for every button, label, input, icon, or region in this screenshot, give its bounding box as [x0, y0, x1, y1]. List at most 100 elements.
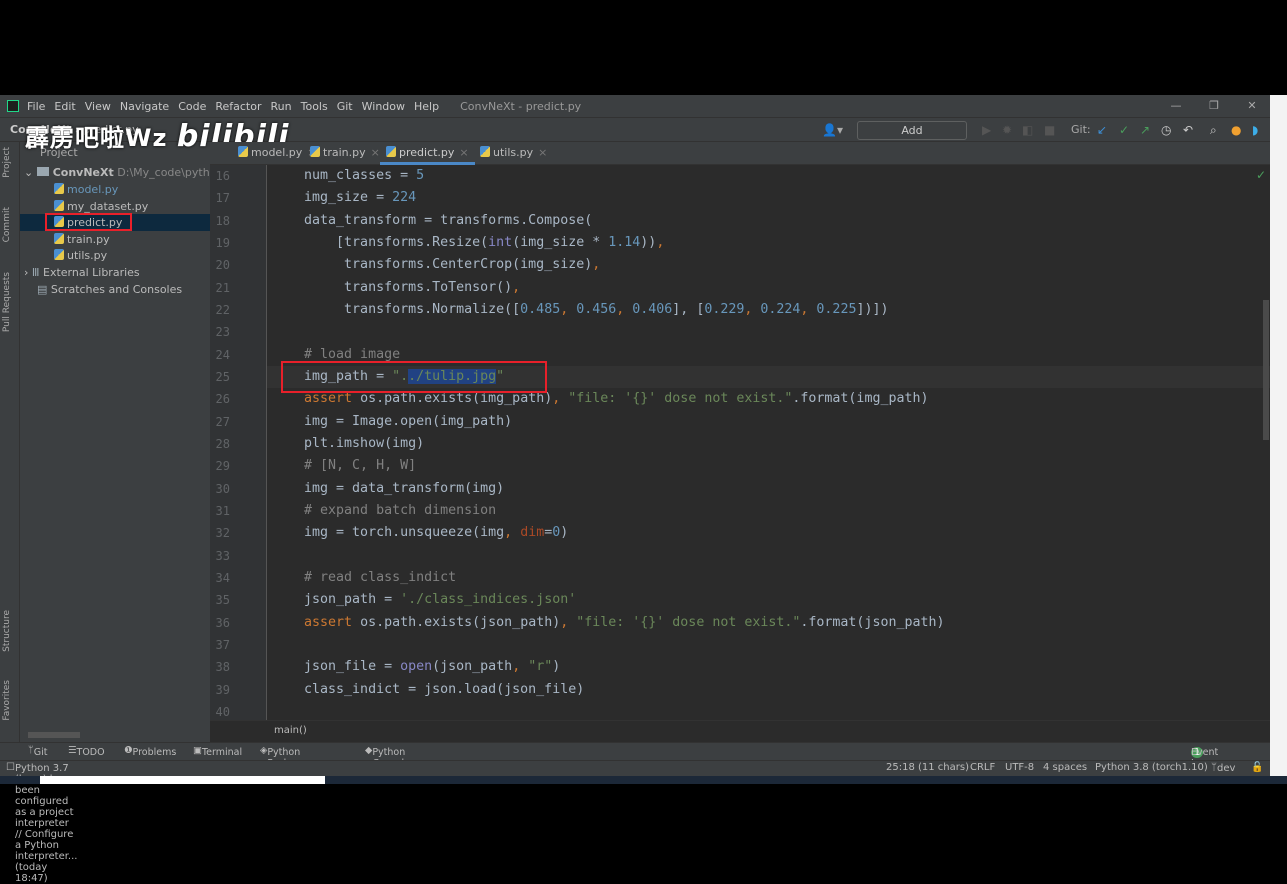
line-separator[interactable]: CRLF: [970, 762, 995, 773]
menu-refactor[interactable]: Refactor: [215, 100, 261, 113]
plugin-icon[interactable]: ◗: [1252, 122, 1258, 138]
git-branch[interactable]: ᛘ dev: [1211, 762, 1235, 774]
menu-git[interactable]: Git: [337, 100, 353, 113]
lock-icon[interactable]: 🔓: [1251, 762, 1263, 773]
menu-edit[interactable]: Edit: [54, 100, 75, 113]
git-commit-icon[interactable]: ✓: [1119, 122, 1129, 138]
line-number[interactable]: 28: [210, 437, 230, 451]
line-number[interactable]: 24: [210, 348, 230, 362]
line-number[interactable]: 17: [210, 191, 230, 205]
code-line[interactable]: assert os.path.exists(json_path), "file:…: [272, 612, 944, 634]
inspection-ok-icon[interactable]: ✓: [1256, 168, 1266, 182]
side-tab-project[interactable]: Project: [2, 147, 12, 178]
line-number[interactable]: 26: [210, 392, 230, 406]
caret-position[interactable]: 25:18 (11 chars): [886, 762, 969, 773]
tree-root[interactable]: ⌄ ConvNeXt D:\My_code\pythonP: [20, 164, 230, 181]
stop-icon[interactable]: ■: [1044, 122, 1055, 138]
code-line[interactable]: transforms.CenterCrop(img_size),: [272, 254, 600, 276]
tool-python-packages[interactable]: ◈ Python Packages: [260, 745, 312, 769]
status-message[interactable]: ☐ Python 3.7 (base) has been configured …: [6, 762, 77, 884]
line-number[interactable]: 31: [210, 504, 230, 518]
code-line[interactable]: img = Image.open(img_path): [272, 411, 512, 433]
search-icon[interactable]: ⌕: [1210, 122, 1217, 138]
line-number[interactable]: 40: [210, 705, 230, 719]
close-tab-icon[interactable]: ×: [538, 146, 547, 159]
line-number[interactable]: 37: [210, 638, 230, 652]
tool-todo[interactable]: ☰ TODO: [68, 745, 105, 758]
line-number[interactable]: 34: [210, 571, 230, 585]
code-line[interactable]: # expand batch dimension: [272, 500, 496, 522]
line-number[interactable]: 35: [210, 593, 230, 607]
code-line[interactable]: transforms.ToTensor(),: [272, 277, 520, 299]
close-button[interactable]: ✕: [1233, 95, 1271, 117]
code-line[interactable]: plt.imshow(img): [272, 433, 424, 455]
user-icon[interactable]: 👤▾: [822, 122, 843, 138]
tree-file-train[interactable]: train.py: [20, 231, 210, 248]
file-encoding[interactable]: UTF-8: [1005, 762, 1034, 773]
menu-help[interactable]: Help: [414, 100, 439, 113]
update-icon[interactable]: ●: [1231, 122, 1241, 138]
menu-code[interactable]: Code: [178, 100, 206, 113]
line-number[interactable]: 33: [210, 549, 230, 563]
debug-icon[interactable]: ✹: [1002, 122, 1012, 138]
code-line[interactable]: class_indict = json.load(json_file): [272, 679, 584, 701]
menu-file[interactable]: File: [27, 100, 45, 113]
run-icon[interactable]: ▶: [982, 122, 991, 138]
vertical-scrollbar[interactable]: [1263, 300, 1269, 440]
code-line[interactable]: img_size = 224: [272, 187, 416, 209]
code-line[interactable]: # [N, C, H, W]: [272, 455, 416, 477]
line-number[interactable]: 19: [210, 236, 230, 250]
function-breadcrumb[interactable]: main(): [274, 725, 307, 736]
code-line[interactable]: data_transform = transforms.Compose(: [272, 210, 592, 232]
tree-file-model[interactable]: model.py: [20, 181, 210, 198]
interpreter-selector[interactable]: Python 3.8 (torch1.10): [1095, 762, 1208, 773]
code-line[interactable]: num_classes = 5: [272, 165, 424, 187]
code-line[interactable]: img = data_transform(img): [272, 478, 504, 500]
minimize-button[interactable]: —: [1157, 95, 1195, 117]
line-number[interactable]: 16: [210, 169, 230, 183]
tree-file-utils[interactable]: utils.py: [20, 247, 210, 264]
line-number[interactable]: 23: [210, 325, 230, 339]
tree-external-libraries[interactable]: › Ⅲ External Libraries: [20, 264, 210, 281]
line-number[interactable]: 18: [210, 214, 230, 228]
coverage-icon[interactable]: ◧: [1022, 122, 1033, 138]
history-icon[interactable]: ◷: [1161, 122, 1171, 138]
line-number[interactable]: 20: [210, 258, 230, 272]
code-editor[interactable]: num_classes = 5 img_size = 224 data_tran…: [267, 165, 1270, 720]
line-number[interactable]: 30: [210, 482, 230, 496]
code-line[interactable]: transforms.Normalize([0.485, 0.456, 0.40…: [272, 299, 888, 321]
tool-python-console[interactable]: ◆ Python Console: [365, 745, 410, 769]
horizontal-scrollbar[interactable]: [28, 732, 80, 738]
line-number[interactable]: 25: [210, 370, 230, 384]
tab-utils[interactable]: utils.py ×: [474, 142, 553, 165]
line-number[interactable]: 39: [210, 683, 230, 697]
git-update-icon[interactable]: ↙: [1097, 122, 1107, 138]
tool-terminal[interactable]: ▣ Terminal: [193, 745, 242, 758]
side-tab-commit[interactable]: Commit: [2, 207, 12, 242]
line-number[interactable]: 38: [210, 660, 230, 674]
menu-run[interactable]: Run: [271, 100, 292, 113]
close-tab-icon[interactable]: ×: [459, 146, 468, 159]
menu-tools[interactable]: Tools: [301, 100, 328, 113]
git-push-icon[interactable]: ↗: [1140, 122, 1150, 138]
taskbar-search[interactable]: [40, 776, 325, 784]
rollback-icon[interactable]: ↶: [1183, 122, 1193, 138]
close-tab-icon[interactable]: ×: [371, 146, 380, 159]
restore-button[interactable]: ❐: [1195, 95, 1233, 117]
code-line[interactable]: [transforms.Resize(int(img_size * 1.14))…: [272, 232, 664, 254]
line-number[interactable]: 29: [210, 459, 230, 473]
side-tab-favorites[interactable]: Favorites: [2, 680, 12, 721]
line-number[interactable]: 22: [210, 303, 230, 317]
menu-window[interactable]: Window: [362, 100, 405, 113]
tool-git[interactable]: ᛘ Git: [28, 745, 47, 758]
add-configuration-button[interactable]: Add Configuration...: [857, 121, 967, 154]
menu-navigate[interactable]: Navigate: [120, 100, 169, 113]
tree-scratches[interactable]: ▤ Scratches and Consoles: [20, 281, 210, 298]
line-number[interactable]: 21: [210, 281, 230, 295]
code-line[interactable]: json_path = './class_indices.json': [272, 589, 576, 611]
tool-problems[interactable]: ❶ Problems: [124, 745, 176, 758]
indent-setting[interactable]: 4 spaces: [1043, 762, 1087, 773]
line-number[interactable]: 36: [210, 616, 230, 630]
menu-view[interactable]: View: [85, 100, 111, 113]
code-line[interactable]: json_file = open(json_path, "r"): [272, 656, 560, 678]
